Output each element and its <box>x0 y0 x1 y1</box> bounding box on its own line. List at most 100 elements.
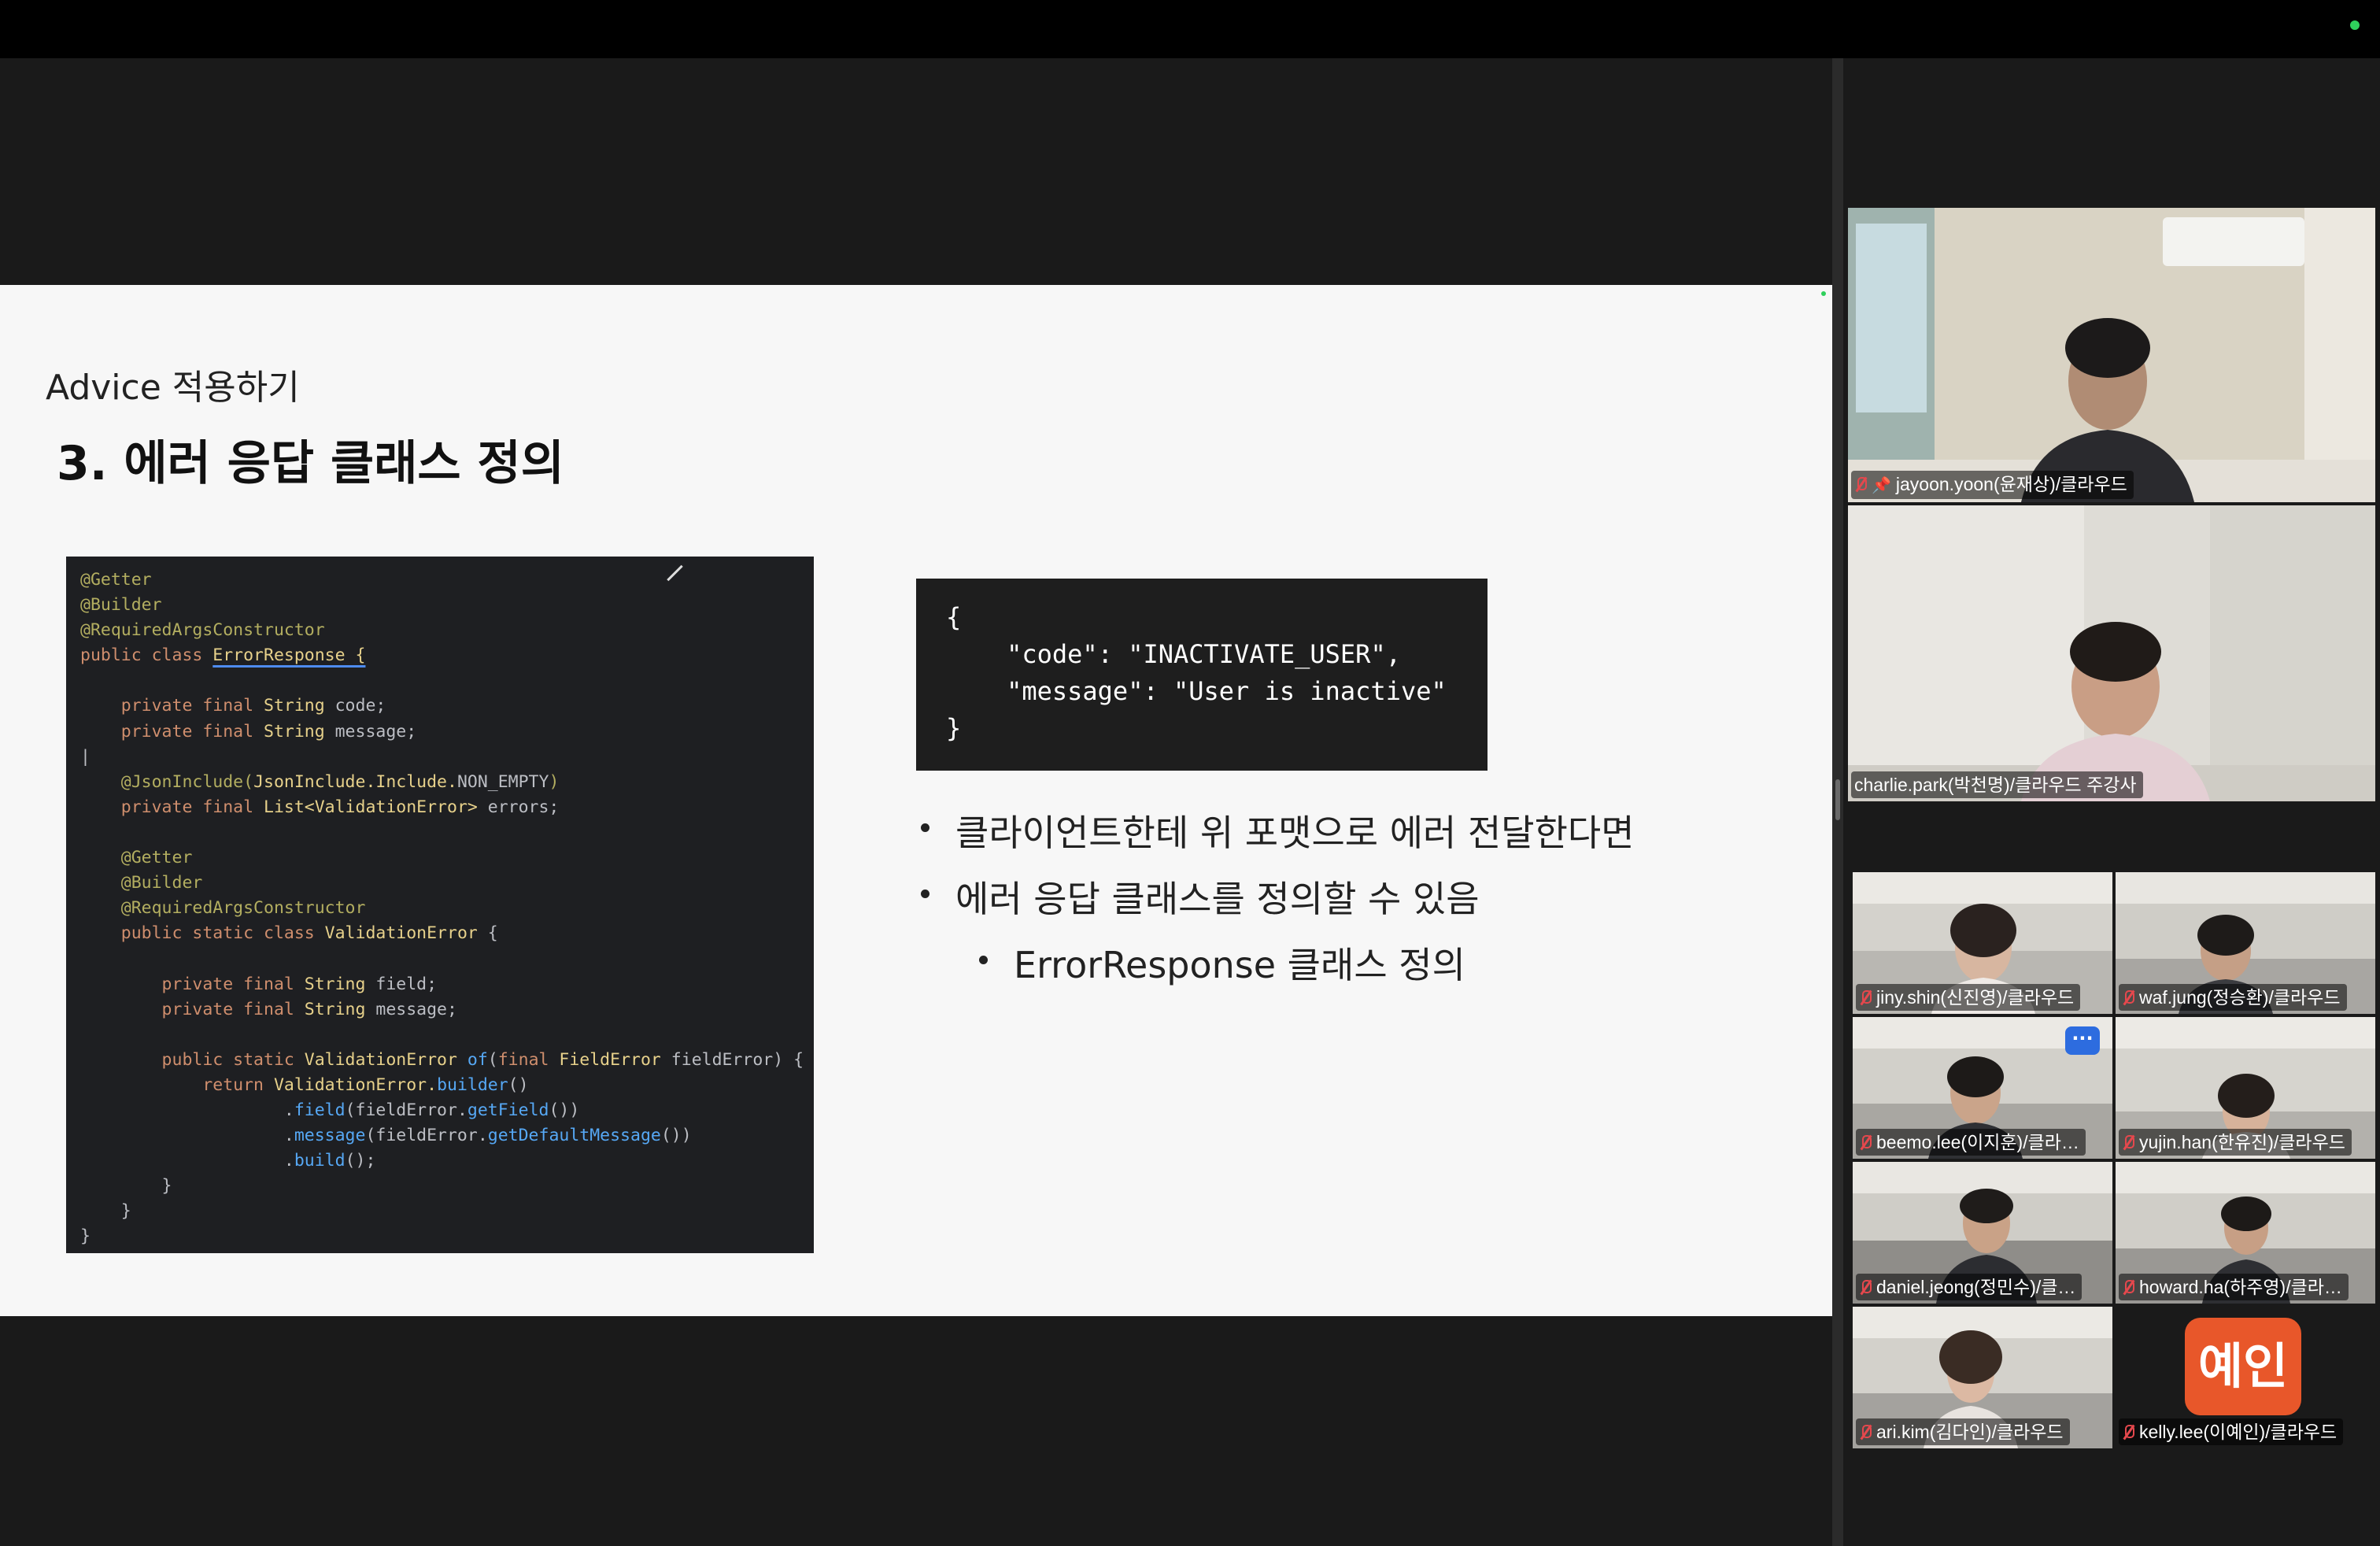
code-token: String <box>264 721 325 742</box>
video-tile-featured[interactable]: 📌 jayoon.yoon(윤재상)/클라우드 <box>1848 208 2375 502</box>
code-token: () <box>508 1074 529 1095</box>
bullet-dot <box>979 956 988 964</box>
code-token: (fieldError. <box>365 1126 488 1146</box>
resize-handle[interactable] <box>1835 779 1840 820</box>
video-tile-camera-off[interactable]: 예인 kelly.lee(이예인)/클라우드 <box>2116 1307 2375 1448</box>
java-code-text: @Getter @Builder @RequiredArgsConstructo… <box>66 557 814 1250</box>
status-indicator <box>2350 20 2360 30</box>
code-token: private final <box>80 974 305 994</box>
video-tile[interactable]: waf.jung(정승환)/클라우드 <box>2116 872 2375 1014</box>
video-tile[interactable]: jiny.shin(신진영)/클라우드 <box>1853 872 2112 1014</box>
code-token: of <box>467 1049 488 1070</box>
participant-name-label: ari.kim(김다인)/클라우드 <box>1856 1418 2070 1445</box>
code-token: @Getter <box>80 570 152 590</box>
more-options-button[interactable]: ··· <box>2065 1026 2100 1055</box>
code-token: field <box>294 1100 346 1120</box>
code-token: getField <box>467 1100 549 1120</box>
json-code-text: { "code": "INACTIVATE_USER", "message": … <box>946 602 1447 743</box>
code-token: FieldError <box>559 1049 661 1070</box>
code-token: ) <box>549 771 560 792</box>
code-token: private final <box>80 696 264 716</box>
bullet-dot <box>921 890 929 898</box>
participant-name-label: yujin.han(한유진)/클라우드 <box>2119 1129 2352 1156</box>
code-token: (fieldError. <box>345 1100 468 1120</box>
code-token: public class <box>80 645 213 666</box>
slide-title: 3. 에러 응답 클래스 정의 <box>57 436 564 491</box>
participant-name-label: daniel.jeong(정민수)/클… <box>1856 1274 2082 1300</box>
code-token: } <box>80 1176 172 1196</box>
muted-mic-icon <box>2122 1134 2134 1152</box>
code-token: ErrorResponse { <box>213 645 366 666</box>
code-token: @JsonInclude( <box>80 771 254 792</box>
code-token: @Builder <box>80 595 162 616</box>
code-token: String <box>264 696 325 716</box>
code-token: return <box>80 1074 274 1095</box>
muted-mic-icon <box>1859 1424 1872 1441</box>
code-token: @Builder <box>80 873 203 893</box>
video-tile[interactable]: howard.ha(하주영)/클라… <box>2116 1162 2375 1304</box>
bullet-text: 에러 응답 클래스를 정의할 수 있음 <box>955 878 1480 920</box>
code-token: message; <box>324 721 417 742</box>
code-token: ()) <box>549 1100 580 1120</box>
code-token: build <box>294 1151 346 1171</box>
code-token: ValidationError <box>324 923 478 944</box>
video-feed <box>1848 208 2375 502</box>
code-token: } <box>80 1226 91 1247</box>
avatar: 예인 <box>2185 1318 2301 1415</box>
participant-name-label: waf.jung(정승환)/클라우드 <box>2119 984 2347 1011</box>
code-token: private final <box>80 797 264 817</box>
code-token: ValidationError <box>304 1049 468 1070</box>
code-token: private final <box>80 721 264 742</box>
code-token: message <box>294 1126 366 1146</box>
code-token: (); <box>345 1151 376 1171</box>
bullet-text: ErrorResponse 클래스 정의 <box>1014 944 1465 986</box>
code-token: @RequiredArgsConstructor <box>80 620 325 641</box>
code-token: getDefaultMessage <box>487 1126 661 1146</box>
presentation-slide: Advice 적용하기 3. 에러 응답 클래스 정의 @Getter @Bui… <box>0 285 1832 1316</box>
code-token: @Getter <box>80 848 193 868</box>
code-token: private final <box>80 999 305 1019</box>
code-token: List<ValidationError> <box>264 797 478 817</box>
code-token: ( <box>487 1049 498 1070</box>
bullet-text: 클라이언트한테 위 포맷으로 에러 전달한다면 <box>955 812 1635 854</box>
muted-mic-icon <box>2122 989 2134 1007</box>
code-token: final <box>497 1049 560 1070</box>
video-tile[interactable]: ari.kim(김다인)/클라우드 <box>1853 1307 2112 1448</box>
muted-mic-icon <box>1854 476 1867 494</box>
java-code-block: @Getter @Builder @RequiredArgsConstructo… <box>66 557 814 1253</box>
code-token: code; <box>324 696 386 716</box>
muted-mic-icon <box>2122 1279 2134 1296</box>
code-token: . <box>80 1126 294 1146</box>
code-token: } <box>80 1201 131 1222</box>
code-token: fieldError) { <box>660 1049 804 1070</box>
participant-name-label: charlie.park(박천명)/클라우드 주강사 <box>1851 771 2143 798</box>
top-bar <box>0 0 2380 58</box>
slide-indicator-dot <box>1821 291 1826 296</box>
pin-icon: 📌 <box>1872 477 1891 494</box>
code-token: ValidationError. <box>273 1074 438 1095</box>
video-feed <box>1848 505 2375 801</box>
bullet-dot <box>921 823 929 832</box>
json-code-block: { "code": "INACTIVATE_USER", "message": … <box>916 579 1488 771</box>
code-token: NON_EMPTY <box>456 771 549 792</box>
video-tile[interactable]: yujin.han(한유진)/클라우드 <box>2116 1017 2375 1159</box>
code-token: public static class <box>80 923 325 944</box>
participant-name-label: beemo.lee(이지훈)/클라… <box>1856 1129 2086 1156</box>
participant-name-label: 📌 jayoon.yoon(윤재상)/클라우드 <box>1851 471 2134 499</box>
muted-mic-icon <box>2122 1424 2134 1441</box>
muted-mic-icon <box>1859 989 1872 1007</box>
code-token: { <box>477 923 498 944</box>
code-token: JsonInclude.Include. <box>253 771 457 792</box>
muted-mic-icon <box>1859 1279 1872 1296</box>
code-token: . <box>80 1100 294 1120</box>
video-tile[interactable]: ··· beemo.lee(이지훈)/클라… <box>1853 1017 2112 1159</box>
code-token: errors; <box>477 797 560 817</box>
video-tile-active-speaker[interactable]: charlie.park(박천명)/클라우드 주강사 <box>1848 505 2375 801</box>
code-token: . <box>80 1151 294 1171</box>
code-token: message; <box>365 999 457 1019</box>
code-token: ()) <box>660 1126 692 1146</box>
code-token: builder <box>437 1074 508 1095</box>
code-token: @RequiredArgsConstructor <box>80 898 366 919</box>
video-tile[interactable]: daniel.jeong(정민수)/클… <box>1853 1162 2112 1304</box>
code-token: | <box>80 746 91 767</box>
